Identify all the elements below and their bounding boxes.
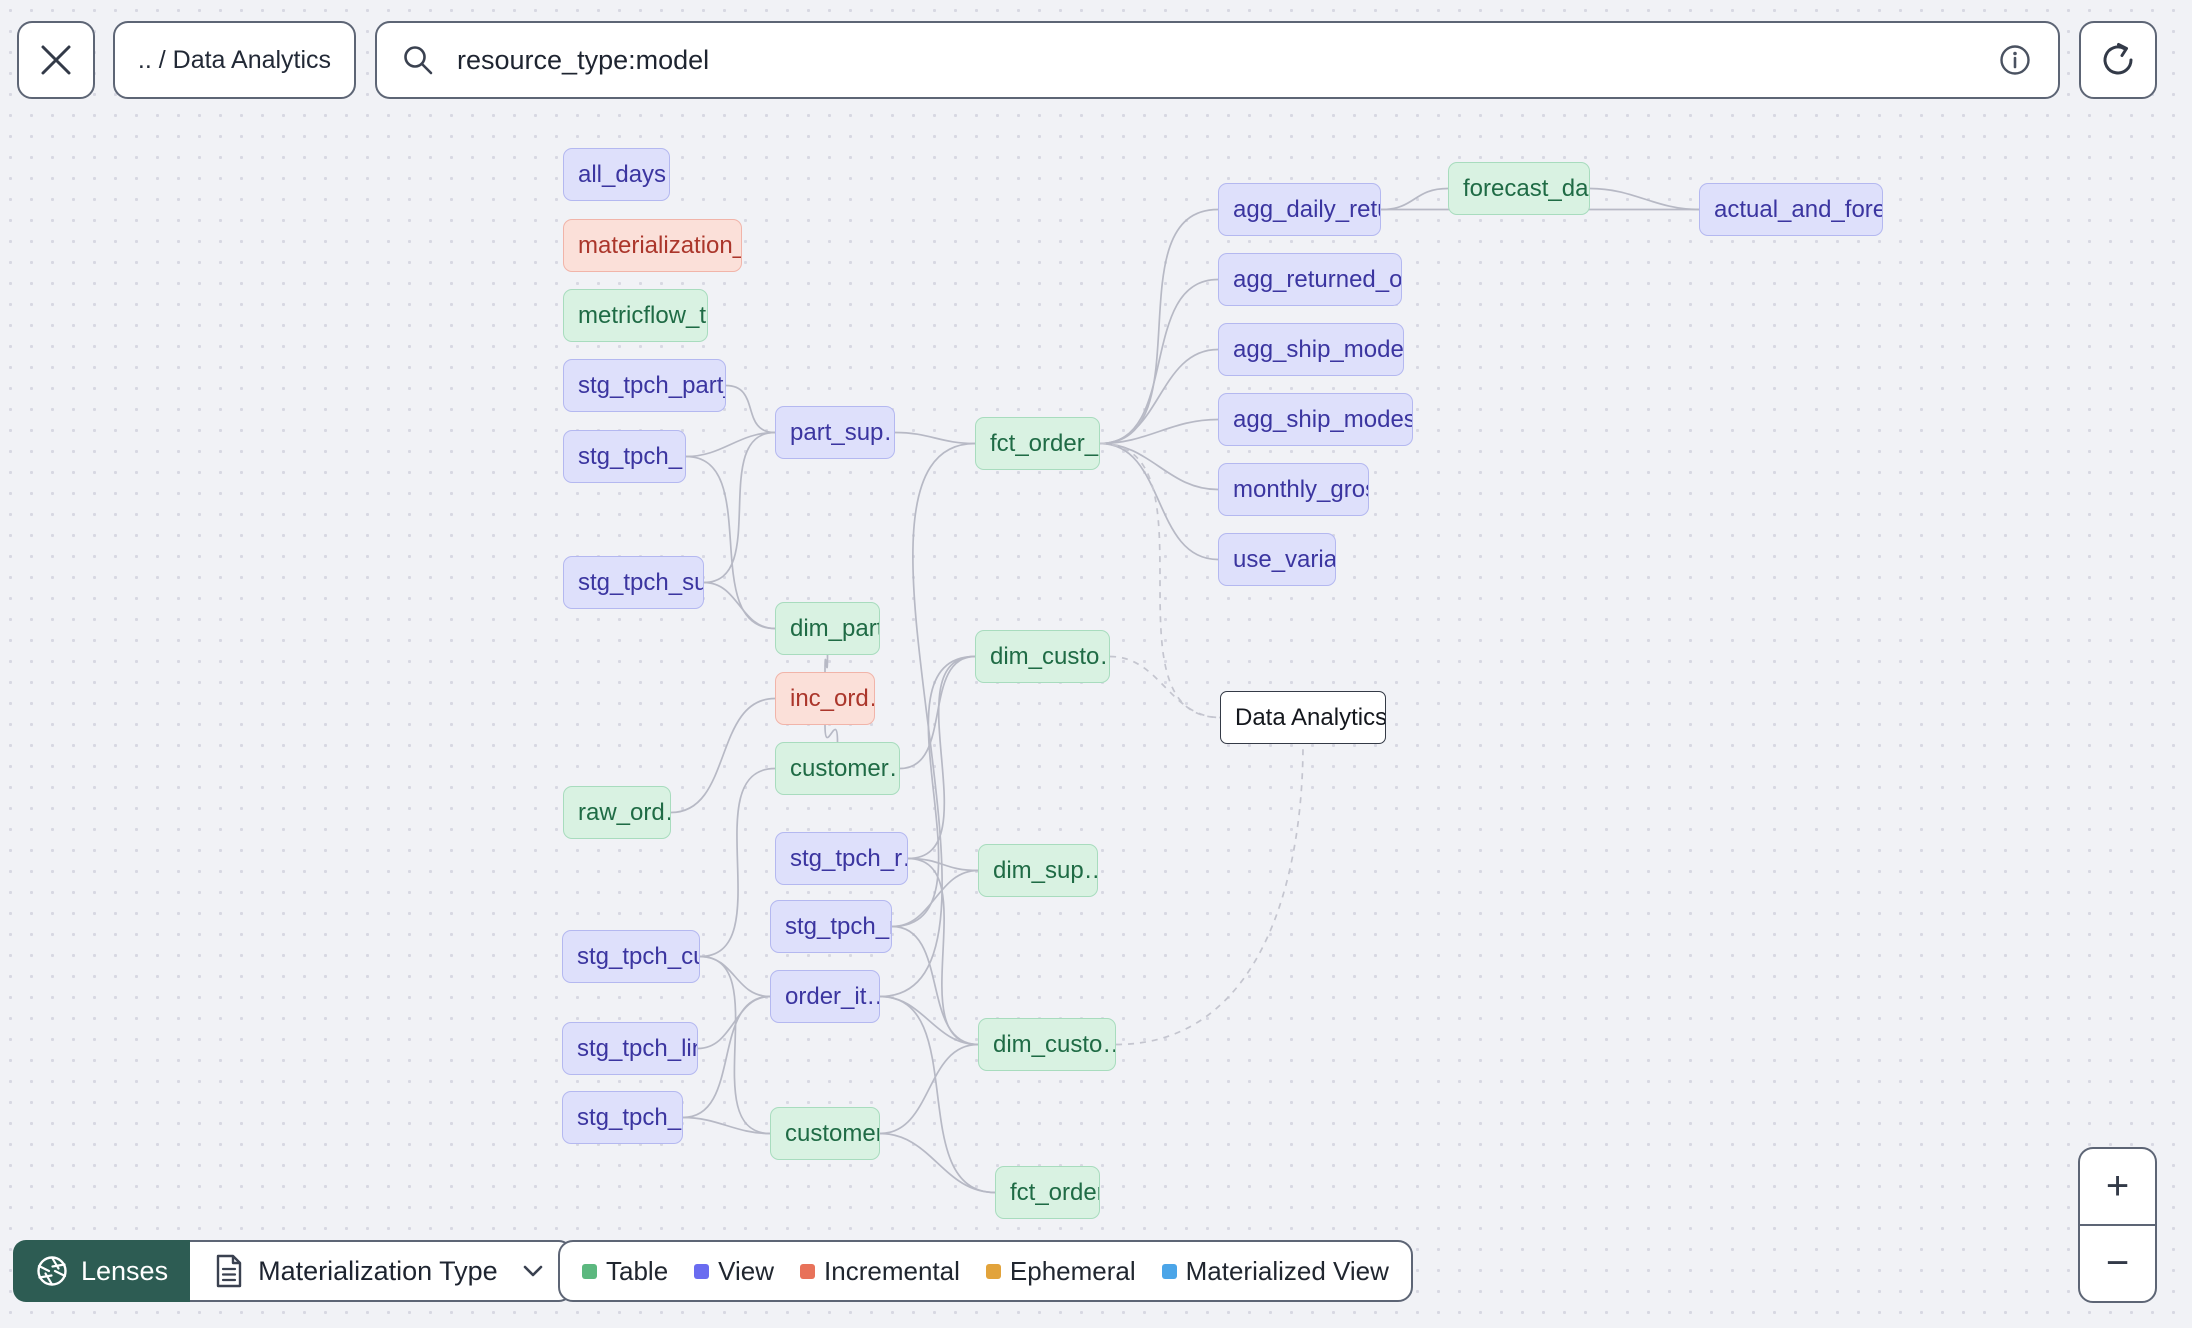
info-icon[interactable]	[1996, 41, 2034, 79]
refresh-button[interactable]	[2079, 21, 2157, 99]
breadcrumb-label: .. / Data Analytics	[137, 45, 332, 74]
graph-node-actual[interactable]: actual_and_foreca…	[1699, 183, 1883, 236]
lineage-edge	[891, 925, 979, 1046]
legend-item: Table	[582, 1256, 668, 1287]
lineage-edge-dashed	[1099, 442, 1221, 719]
graph-node-fct_orders[interactable]: fct_orders	[995, 1166, 1100, 1219]
legend-swatch	[1161, 1263, 1177, 1279]
graph-node-raw_ord[interactable]: raw_ord…	[563, 786, 671, 839]
graph-node-stg_1[interactable]: stg_tpch_…	[563, 430, 686, 483]
lineage-edge	[1380, 187, 1449, 211]
legend-label: Table	[606, 1255, 669, 1286]
graph-node-part_sup[interactable]: part_sup…	[775, 406, 895, 459]
search-input[interactable]: resource_type:model	[457, 45, 1996, 76]
lineage-edge	[879, 442, 976, 998]
graph-node-stg_part[interactable]: stg_tpch_part_…	[563, 359, 726, 412]
legend-swatch	[985, 1263, 1001, 1279]
graph-node-stg_su[interactable]: stg_tpch_su…	[563, 556, 704, 609]
zoom-in-button[interactable]: +	[2080, 1149, 2155, 1224]
graph-node-stg_r[interactable]: stg_tpch_r…	[775, 832, 908, 885]
search-bar[interactable]: resource_type:model	[375, 21, 2060, 99]
lineage-edge	[879, 1132, 996, 1194]
lenses-button[interactable]: Lenses	[13, 1240, 191, 1302]
graph-node-agg_daily[interactable]: agg_daily_retur…	[1218, 183, 1381, 236]
graph-node-customer1[interactable]: customer…	[775, 742, 900, 795]
legend-swatch	[582, 1263, 597, 1279]
breadcrumb[interactable]: .. / Data Analytics	[113, 21, 356, 99]
lineage-edge	[1099, 208, 1219, 445]
graph-node-agg_returned[interactable]: agg_returned_orde…	[1218, 253, 1402, 306]
lineage-edge	[899, 655, 976, 770]
lineage-edge	[699, 955, 771, 1135]
lineage-edge	[894, 431, 976, 445]
legend-label: Ephemeral	[1009, 1255, 1136, 1286]
lenses-control: Lenses Materialization Type	[13, 1240, 572, 1302]
zoom-controls: + −	[2078, 1147, 2157, 1303]
lineage-edge-dashed	[1115, 743, 1304, 1046]
lineage-edge	[879, 995, 979, 1046]
lineage-edge	[703, 431, 776, 584]
legend-item: View	[694, 1256, 774, 1287]
graph-node-customer2[interactable]: customer…	[770, 1107, 880, 1160]
graph-node-all_days[interactable]: all_days	[563, 148, 670, 201]
zoom-out-button[interactable]: −	[2080, 1226, 2155, 1301]
lineage-edge	[879, 1043, 979, 1135]
lineage-edge	[907, 655, 976, 860]
graph-node-fct_order_i[interactable]: fct_order_i…	[975, 417, 1100, 470]
graph-node-dim_parts[interactable]: dim_parts	[775, 602, 880, 655]
graph-node-agg_ship_d[interactable]: agg_ship_modes_d…	[1218, 323, 1404, 376]
lens-selector[interactable]: Materialization Type	[190, 1240, 572, 1302]
lineage-edge	[824, 654, 829, 673]
close-icon	[41, 45, 71, 75]
legend-item: Incremental	[800, 1256, 960, 1287]
lineage-edge	[824, 724, 839, 743]
graph-node-dim_custo1[interactable]: dim_custo…	[975, 630, 1110, 683]
graph-node-inc_ord[interactable]: inc_ord…	[775, 672, 875, 725]
graph-node-agg_ship_ha[interactable]: agg_ship_modes_ha…	[1218, 393, 1413, 446]
legend-label: View	[718, 1255, 775, 1286]
lenses-label: Lenses	[81, 1255, 169, 1286]
lineage-edge	[703, 581, 776, 630]
lineage-edge	[1099, 442, 1219, 491]
lineage-edge	[699, 767, 776, 958]
legend-item: Ephemeral	[985, 1255, 1136, 1287]
lens-selector-label: Materialization Type	[258, 1255, 498, 1286]
graph-node-stg_2[interactable]: stg_tpch_…	[562, 1091, 683, 1144]
graph-node-dim_custo2[interactable]: dim_custo…	[978, 1018, 1116, 1071]
lineage-edge	[1589, 187, 1700, 211]
close-button[interactable]	[17, 21, 95, 99]
graph-node-stg_lin[interactable]: stg_tpch_lin…	[562, 1022, 698, 1075]
refresh-icon	[2103, 43, 2133, 75]
lineage-edge	[725, 384, 776, 434]
graph-node-stg_cu[interactable]: stg_tpch_cu…	[562, 930, 700, 983]
chevron-down-icon	[523, 1265, 543, 1277]
lineage-edge	[1099, 442, 1219, 561]
lineage-edge	[891, 655, 976, 928]
legend-item: Materialized View	[1161, 1255, 1389, 1287]
lineage-edge	[699, 955, 771, 998]
graph-node-exposure[interactable]: Data Analytics | …	[1220, 691, 1386, 744]
legend-label: Materialized View	[1185, 1255, 1389, 1286]
legend-swatch	[694, 1263, 710, 1279]
document-icon	[216, 1254, 242, 1288]
aperture-icon	[37, 1256, 67, 1286]
lineage-edge	[1099, 278, 1219, 445]
lineage-edge	[697, 995, 771, 1050]
graph-node-use_varia[interactable]: use_varia…	[1218, 533, 1336, 586]
graph-node-materialization[interactable]: materialization_i…	[563, 219, 742, 272]
graph-node-metricflow[interactable]: metricflow_ti…	[563, 289, 708, 342]
graph-node-dim_sup[interactable]: dim_sup…	[978, 844, 1098, 897]
graph-node-stg_n[interactable]: stg_tpch_n…	[770, 900, 892, 953]
graph-node-order_it[interactable]: order_it…	[770, 970, 880, 1023]
legend-swatch	[800, 1263, 816, 1279]
legend: Table View Incremental Ephemeral Materialize…	[558, 1240, 1413, 1302]
graph-node-monthly[interactable]: monthly_gross…	[1218, 463, 1369, 516]
search-icon	[404, 46, 433, 75]
graph-node-forecast[interactable]: forecast_daily…	[1448, 162, 1590, 215]
lineage-edge	[670, 697, 776, 814]
legend-label: Incremental	[824, 1255, 960, 1286]
